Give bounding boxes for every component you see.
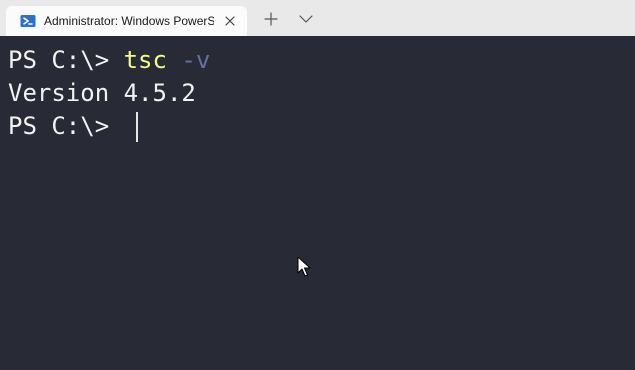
tab-powershell[interactable]: Administrator: Windows PowerS (6, 6, 247, 36)
separator (167, 46, 181, 74)
text-caret (136, 112, 138, 142)
terminal-output[interactable]: PS C:\> tsc -v Version 4.5.2 PS C:\> (0, 36, 635, 370)
command: tsc (123, 46, 167, 74)
mouse-pointer-icon (297, 256, 311, 277)
terminal-line: PS C:\> (8, 110, 124, 142)
chevron-down-icon[interactable] (298, 12, 314, 26)
terminal-line: Version 4.5.2 (8, 77, 196, 109)
title-bar: Administrator: Windows PowerS (0, 0, 635, 36)
plus-icon[interactable] (263, 11, 279, 27)
tab-title: Administrator: Windows PowerS (44, 14, 214, 28)
terminal-line: PS C:\> tsc -v (8, 44, 210, 76)
close-icon[interactable] (223, 14, 237, 28)
output-text: Version 4.5.2 (8, 79, 196, 107)
prompt: PS C:\> (8, 46, 124, 74)
powershell-icon (20, 15, 36, 27)
command-flag: -v (181, 46, 211, 74)
prompt: PS C:\> (8, 112, 124, 140)
